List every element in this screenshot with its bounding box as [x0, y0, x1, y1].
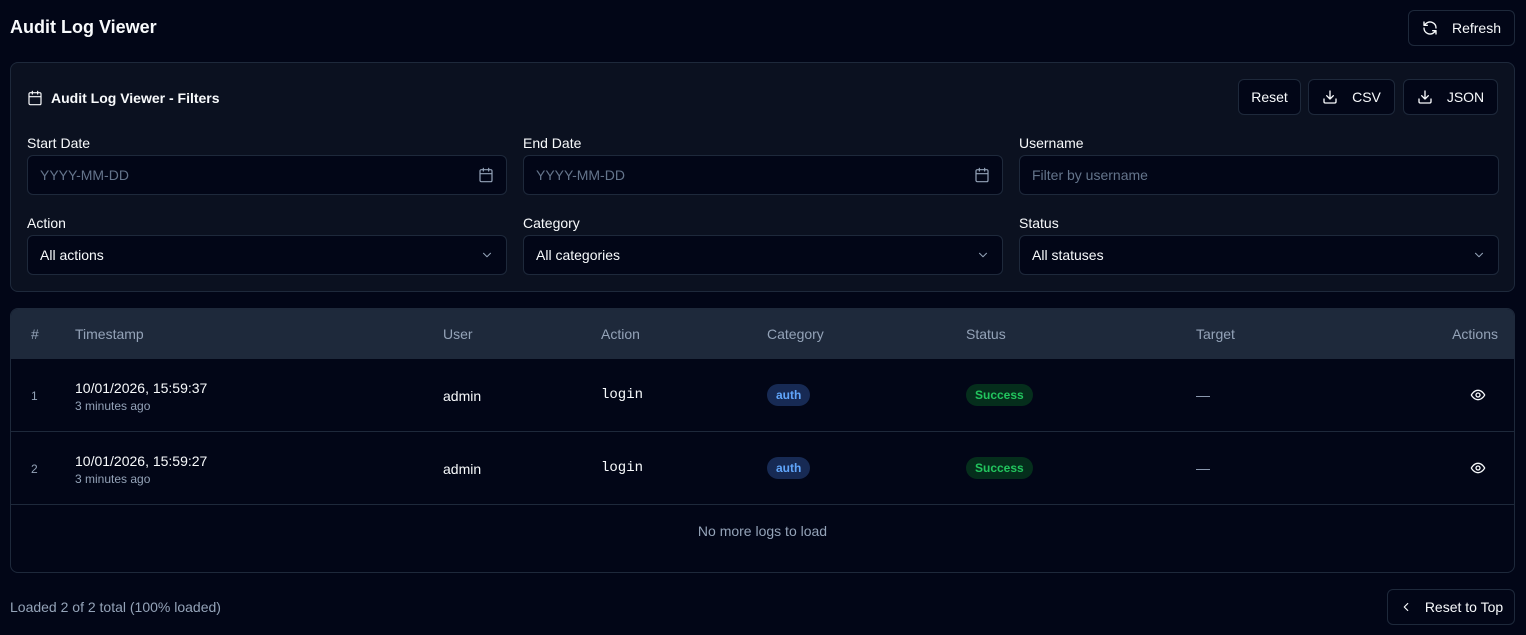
chevron-down-icon: [480, 248, 494, 262]
user: admin: [443, 388, 481, 404]
calendar-icon[interactable]: [478, 167, 494, 183]
category-badge: auth: [767, 457, 810, 479]
table-row: 1 10/01/2026, 15:59:37 3 minutes ago adm…: [11, 358, 1514, 431]
refresh-icon: [1422, 20, 1438, 36]
status-select[interactable]: All statuses: [1019, 235, 1499, 275]
view-button[interactable]: [1470, 460, 1486, 479]
username-label: Username: [1019, 135, 1084, 151]
start-date-label: Start Date: [27, 135, 90, 151]
status-badge: Success: [966, 384, 1033, 406]
end-date-input[interactable]: YYYY-MM-DD: [523, 155, 1003, 195]
category-select[interactable]: All categories: [523, 235, 1003, 275]
download-icon: [1417, 89, 1433, 105]
relative-time: 3 minutes ago: [75, 399, 150, 413]
action-label: Action: [27, 215, 66, 231]
eye-icon: [1470, 460, 1486, 476]
username-input[interactable]: Filter by username: [1019, 155, 1499, 195]
end-message: No more logs to load: [11, 504, 1514, 573]
status-badge: Success: [966, 457, 1033, 479]
download-icon: [1322, 89, 1338, 105]
chevron-left-icon: [1399, 600, 1413, 614]
timestamp: 10/01/2026, 15:59:27: [75, 453, 207, 469]
category-badge: auth: [767, 384, 810, 406]
chevron-down-icon: [976, 248, 990, 262]
chevron-down-icon: [1472, 248, 1486, 262]
page-title: Audit Log Viewer: [10, 17, 157, 38]
view-button[interactable]: [1470, 387, 1486, 406]
action: login: [601, 387, 643, 403]
table-header: # Timestamp User Action Category Status …: [11, 309, 1514, 358]
target: —: [1196, 460, 1210, 476]
filters-title: Audit Log Viewer - Filters: [51, 90, 220, 106]
export-json-button[interactable]: JSON: [1403, 79, 1498, 115]
status-label: Status: [1019, 215, 1059, 231]
calendar-icon: [27, 90, 43, 106]
end-date-label: End Date: [523, 135, 581, 151]
action: login: [601, 460, 643, 476]
start-date-input[interactable]: YYYY-MM-DD: [27, 155, 507, 195]
load-status: Loaded 2 of 2 total (100% loaded): [10, 599, 221, 615]
refresh-button[interactable]: Refresh: [1408, 10, 1515, 46]
audit-log-table: # Timestamp User Action Category Status …: [10, 308, 1515, 573]
table-row: 2 10/01/2026, 15:59:27 3 minutes ago adm…: [11, 431, 1514, 504]
user: admin: [443, 461, 481, 477]
relative-time: 3 minutes ago: [75, 472, 150, 486]
calendar-icon[interactable]: [974, 167, 990, 183]
reset-to-top-button[interactable]: Reset to Top: [1387, 589, 1515, 625]
action-select[interactable]: All actions: [27, 235, 507, 275]
category-label: Category: [523, 215, 580, 231]
reset-button[interactable]: Reset: [1238, 79, 1301, 115]
filters-panel: Audit Log Viewer - Filters Reset CSV JSO…: [10, 62, 1515, 292]
export-csv-button[interactable]: CSV: [1308, 79, 1395, 115]
target: —: [1196, 387, 1210, 403]
timestamp: 10/01/2026, 15:59:37: [75, 380, 207, 396]
eye-icon: [1470, 387, 1486, 403]
